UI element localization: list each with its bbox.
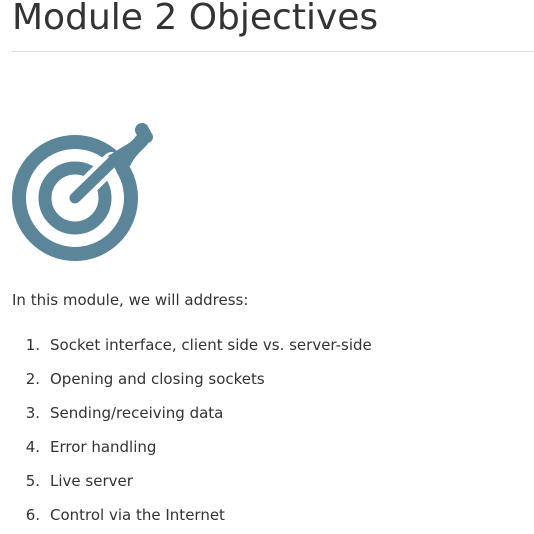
target-dart-icon: [12, 122, 154, 264]
objective-item: 2. Opening and closing sockets: [12, 367, 512, 401]
objective-text: Sending/receiving data: [50, 404, 224, 422]
objective-number: 2.: [25, 370, 40, 388]
objective-text: Opening and closing sockets: [50, 370, 265, 388]
objective-number: 1.: [25, 336, 40, 354]
objective-number: 4.: [25, 438, 40, 456]
objective-item: 1. Socket interface, client side vs. ser…: [12, 333, 512, 367]
objective-item: 5. Live server: [12, 469, 512, 503]
title-divider: [12, 51, 534, 52]
objective-text: Control via the Internet: [50, 506, 225, 524]
objective-text: Socket interface, client side vs. server…: [50, 336, 372, 354]
intro-text: In this module, we will address:: [12, 291, 249, 309]
objective-item: 3. Sending/receiving data: [12, 401, 512, 435]
objective-number: 3.: [25, 404, 40, 422]
objective-item: 6. Control via the Internet: [12, 503, 512, 534]
objective-item: 4. Error handling: [12, 435, 512, 469]
objective-number: 6.: [25, 506, 40, 524]
page-title: Module 2 Objectives: [12, 0, 379, 38]
objective-number: 5.: [25, 472, 40, 490]
objectives-list: 1. Socket interface, client side vs. ser…: [12, 333, 512, 534]
objective-text: Live server: [50, 472, 133, 490]
objective-text: Error handling: [50, 438, 157, 456]
